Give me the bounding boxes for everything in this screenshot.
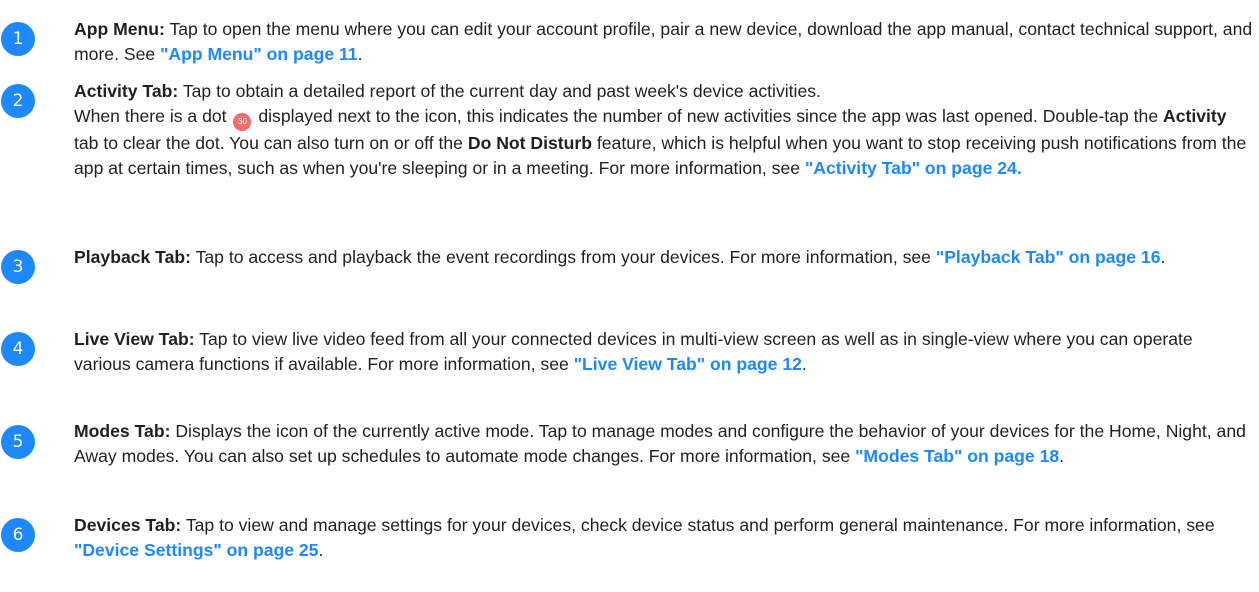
item-description: Playback Tab: Tap to access and playback… bbox=[74, 245, 1254, 270]
item-term: Modes Tab: bbox=[74, 421, 171, 441]
item-end: . bbox=[1160, 247, 1166, 267]
item-description: Devices Tab: Tap to view and manage sett… bbox=[74, 513, 1254, 563]
item-end: . bbox=[318, 540, 324, 560]
number-badge: 5 bbox=[1, 425, 35, 459]
live-view-tab-link[interactable]: "Live View Tab" on page 12 bbox=[574, 354, 802, 374]
item-text: Tap to access and playback the event rec… bbox=[191, 247, 936, 267]
item-end: . bbox=[1059, 446, 1065, 466]
item-text: Tap to view and manage settings for your… bbox=[181, 515, 1215, 535]
bold-do-not-disturb: Do Not Disturb bbox=[467, 133, 592, 153]
item-description: Live View Tab: Tap to view live video fe… bbox=[74, 327, 1254, 377]
item-term: Activity Tab: bbox=[74, 81, 179, 101]
item-text: Displays the icon of the currently activ… bbox=[74, 421, 1246, 466]
number-badge: 6 bbox=[1, 518, 35, 552]
item-description: Activity Tab: Tap to obtain a detailed r… bbox=[74, 79, 1254, 181]
item-text-2b: displayed next to the icon, this indicat… bbox=[253, 106, 1164, 126]
item-text-2c: tab to clear the dot. You can also turn … bbox=[74, 133, 468, 153]
number-badge: 3 bbox=[1, 250, 35, 284]
item-description: Modes Tab: Displays the icon of the curr… bbox=[74, 419, 1254, 469]
number-badge: 4 bbox=[1, 332, 35, 366]
notification-dot-icon: 30 bbox=[233, 113, 252, 131]
item-text-2a: When there is a dot bbox=[74, 106, 232, 126]
device-settings-link[interactable]: "Device Settings" on page 25 bbox=[74, 540, 319, 560]
bold-activity: Activity bbox=[1163, 106, 1227, 126]
item-end: . bbox=[801, 354, 807, 374]
item-text: Tap to obtain a detailed report of the c… bbox=[178, 81, 821, 101]
item-term: Playback Tab: bbox=[74, 247, 192, 267]
activity-tab-link[interactable]: "Activity Tab" on page 24. bbox=[805, 158, 1022, 178]
item-description: App Menu: Tap to open the menu where you… bbox=[74, 17, 1254, 67]
app-menu-link[interactable]: "App Menu" on page 11 bbox=[160, 44, 358, 64]
number-badge: 1 bbox=[1, 22, 35, 56]
item-term: Live View Tab: bbox=[74, 329, 195, 349]
item-end: . bbox=[357, 44, 363, 64]
item-term: Devices Tab: bbox=[74, 515, 182, 535]
playback-tab-link[interactable]: "Playback Tab" on page 16 bbox=[936, 247, 1161, 267]
modes-tab-link[interactable]: "Modes Tab" on page 18 bbox=[855, 446, 1059, 466]
item-term: App Menu: bbox=[74, 19, 165, 39]
number-badge: 2 bbox=[1, 84, 35, 118]
